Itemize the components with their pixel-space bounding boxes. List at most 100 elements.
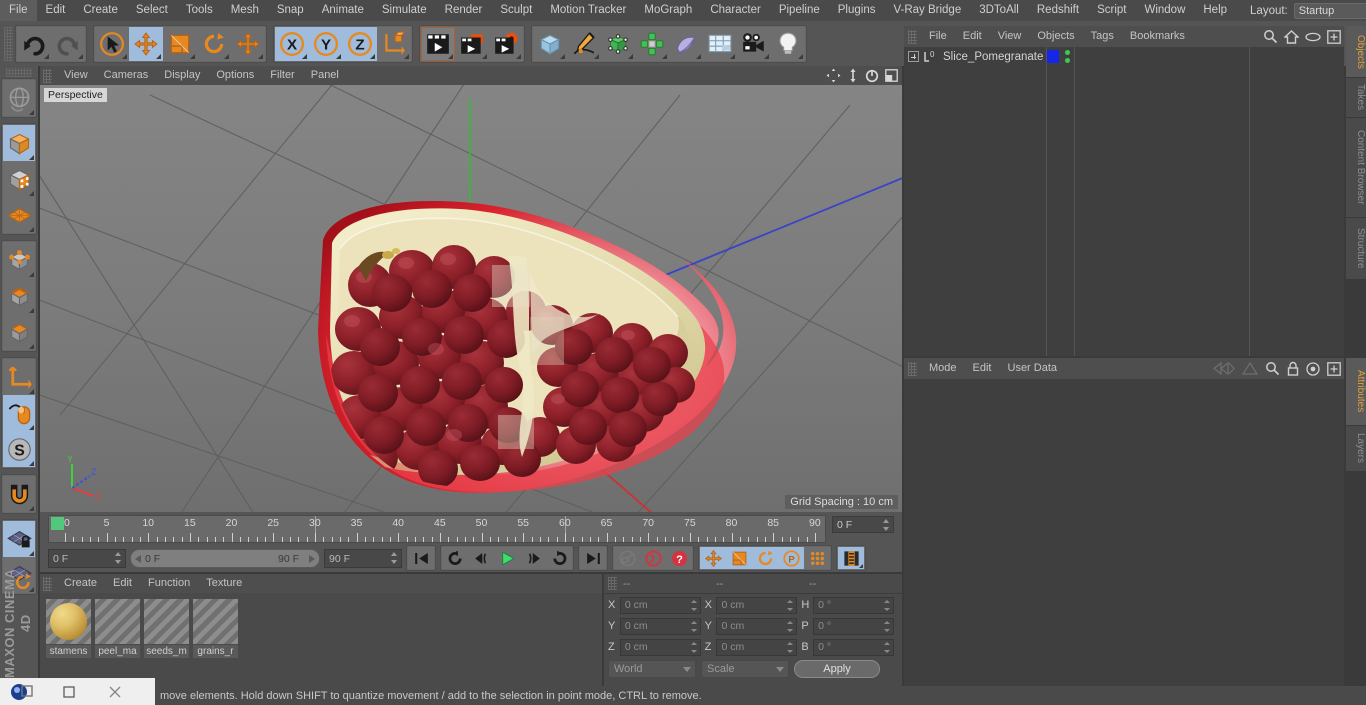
dropdown-corner[interactable] [482,53,487,59]
menu-file[interactable]: File [0,0,37,21]
menu-script[interactable]: Script [1088,0,1135,21]
dropdown-corner[interactable] [336,53,341,59]
menu-redshift[interactable]: Redshift [1028,0,1088,21]
layout-select[interactable]: Startup [1293,2,1366,19]
maximize-view-icon[interactable] [885,69,898,82]
toolbar-light-button[interactable] [771,26,805,61]
dropdown-corner[interactable] [258,53,263,59]
tab-layers[interactable]: Layers [1346,426,1366,472]
playback-step-back[interactable] [468,547,494,569]
tab-content-browser[interactable]: Content Browser [1346,118,1366,218]
home-icon[interactable] [1284,29,1299,44]
viewport-menu-view[interactable]: View [56,66,96,85]
dropdown-corner[interactable] [156,53,161,59]
viewport-menu-display[interactable]: Display [156,66,208,85]
menu-mograph[interactable]: MoGraph [635,0,701,21]
current-frame-input[interactable]: 0 F [48,548,126,568]
menu-render[interactable]: Render [436,0,492,21]
toolbar-array-button[interactable] [635,26,669,61]
dropdown-corner[interactable] [29,506,34,511]
timeline-playhead[interactable] [51,517,64,530]
coord-size-input[interactable]: 0 cm [716,596,798,614]
coord-size-input[interactable]: 0 cm [716,638,798,656]
dropdown-corner[interactable] [29,191,34,196]
playback-play-loop[interactable] [546,547,572,569]
left-magnet-button[interactable] [3,476,35,512]
object-menu-file[interactable]: File [921,26,955,47]
dropdown-corner[interactable] [29,155,34,160]
left-toolbar-grip[interactable] [6,68,32,77]
frame-spinner[interactable] [883,519,890,531]
search-icon[interactable] [1265,361,1280,376]
playback-record-key[interactable] [614,547,640,569]
coord-size-input[interactable]: 0 cm [716,617,798,635]
dropdown-corner[interactable] [29,272,34,277]
toolbar-cube-primitive-button[interactable] [533,26,567,61]
toolbar-render-region-button[interactable] [455,26,489,61]
playback-go-to-end[interactable] [580,547,606,569]
menu-create[interactable]: Create [74,0,127,21]
viewport-canvas[interactable]: Perspective Grid Spacing : 10 cm Y X Z [40,85,902,512]
history-forward-icon[interactable] [1242,362,1258,375]
playback-timeline-strip[interactable] [838,547,864,569]
zoom-icon[interactable] [847,68,859,83]
timeline-ruler[interactable]: 051015202530354045505560657075808590 [48,515,826,543]
coordinate-system-select[interactable]: World [608,660,696,678]
toolbar-camera-button[interactable] [737,26,771,61]
apply-button[interactable]: Apply [794,660,880,678]
material-menu-function[interactable]: Function [140,574,198,593]
attribute-body[interactable] [904,379,1344,686]
dropdown-corner[interactable] [122,53,127,59]
tab-structure[interactable]: Structure [1346,218,1366,280]
coord-position-input[interactable]: 0 cm [619,596,701,614]
spinner-icon[interactable] [884,620,891,632]
toolbar-render-view-button[interactable] [421,26,455,61]
material-preview[interactable] [95,599,140,644]
spinner-icon[interactable] [787,599,794,611]
spinner-icon[interactable] [690,620,697,632]
attribute-menu-user-data[interactable]: User Data [1000,358,1066,379]
attribute-menu-grip[interactable] [908,361,917,376]
toolbar-undo-button[interactable] [17,26,51,61]
attribute-menu-mode[interactable]: Mode [921,358,965,379]
menu-help[interactable]: Help [1194,0,1236,21]
spinner-icon[interactable] [787,641,794,653]
timeline-current-frame-field[interactable]: 0 F [832,516,894,533]
material-menu-texture[interactable]: Texture [198,574,250,593]
dropdown-corner[interactable] [29,425,34,430]
object-row[interactable]: 0 Slice_Pomegranate [904,47,1344,66]
expand-icon[interactable] [908,51,919,62]
material-item[interactable]: stamens [46,599,91,658]
menu-edit[interactable]: Edit [37,0,75,21]
toolbar-select-live-button[interactable] [95,26,129,61]
material-menu-edit[interactable]: Edit [105,574,140,593]
new-tab-icon[interactable] [1327,361,1341,376]
app-icon[interactable] [0,678,46,705]
playback-play-reverse-loop[interactable] [442,547,468,569]
toolbar-world-axis-button[interactable] [377,26,411,61]
dropdown-corner[interactable] [730,53,735,59]
material-item[interactable]: seeds_m [144,599,189,658]
coord-rotation-input[interactable]: 0 ° [813,596,895,614]
coordinate-grip[interactable] [608,577,617,590]
toolbar-render-settings-button[interactable] [489,26,523,61]
playback-play-forward[interactable] [494,547,520,569]
playback-key-scale[interactable] [726,547,752,569]
new-layer-icon[interactable] [1327,29,1341,44]
menu-motion-tracker[interactable]: Motion Tracker [541,0,635,21]
menu-mesh[interactable]: Mesh [222,0,268,21]
material-preview[interactable] [46,599,91,644]
playback-autokey[interactable] [640,547,666,569]
viewport-menu-filter[interactable]: Filter [262,66,302,85]
left-s-snap-button[interactable]: S [3,431,35,467]
menu-tools[interactable]: Tools [177,0,222,21]
dropdown-corner[interactable] [29,227,34,232]
toolbar-axis-x-button[interactable]: X [275,26,309,61]
dropdown-corner[interactable] [44,53,49,59]
menu-simulate[interactable]: Simulate [373,0,436,21]
dropdown-corner[interactable] [29,344,34,349]
close-icon[interactable] [92,678,138,705]
coordinate-mode-select[interactable]: Scale [701,660,789,678]
material-preview[interactable] [144,599,189,644]
left-globe-undo-button[interactable] [3,80,35,116]
